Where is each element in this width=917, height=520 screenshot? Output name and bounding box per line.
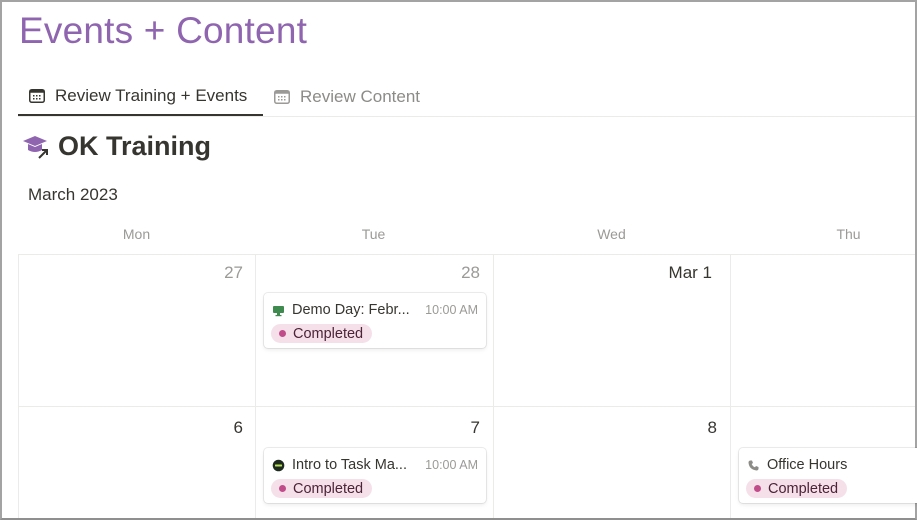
tab-label: Review Training + Events bbox=[55, 86, 248, 105]
grid-line bbox=[18, 406, 915, 407]
status-dot bbox=[279, 330, 286, 337]
weekday-header: Thu bbox=[836, 226, 861, 242]
month-label: March 2023 bbox=[28, 185, 118, 204]
weekday-header: Mon bbox=[122, 226, 151, 242]
calendar-icon bbox=[29, 89, 45, 103]
day-number[interactable]: 8 bbox=[657, 418, 717, 438]
tab-review-content[interactable]: Review Content bbox=[274, 78, 420, 116]
event-title: Intro to Task Ma... bbox=[292, 457, 407, 473]
database-title-text: OK Training bbox=[58, 131, 212, 161]
grid-line bbox=[730, 254, 731, 518]
desktop-computer-icon bbox=[273, 305, 284, 316]
tab-label: Review Content bbox=[300, 87, 421, 106]
status-label: Completed bbox=[293, 480, 364, 497]
day-number[interactable]: 27 bbox=[183, 263, 243, 283]
event-title: Office Hours bbox=[767, 457, 848, 473]
green-badge-icon bbox=[272, 459, 285, 471]
event-title: Demo Day: Febr... bbox=[292, 302, 410, 318]
day-number[interactable]: 7 bbox=[420, 418, 480, 438]
status-badge: Completed bbox=[271, 324, 373, 343]
grid-line bbox=[255, 254, 256, 518]
event-card[interactable]: Demo Day: Febr... 10:00 AM Completed bbox=[264, 293, 486, 348]
event-time: 10:00 AM bbox=[425, 458, 478, 472]
event-time: 10:00 AM bbox=[425, 303, 478, 317]
day-number[interactable]: 28 bbox=[420, 263, 480, 283]
status-dot bbox=[754, 485, 761, 492]
database-title[interactable]: OK Training bbox=[22, 131, 211, 162]
weekday-header: Wed bbox=[597, 226, 626, 242]
status-label: Completed bbox=[293, 325, 364, 342]
graduation-cap-linked-icon bbox=[23, 135, 48, 159]
tab-review-training-events[interactable]: Review Training + Events bbox=[18, 78, 263, 116]
status-badge: Completed bbox=[271, 479, 373, 498]
weekday-header: Tue bbox=[361, 226, 386, 242]
view-tabs: Review Training + Events Review Content bbox=[18, 78, 915, 117]
day-number[interactable]: 6 bbox=[183, 418, 243, 438]
calendar-icon bbox=[274, 90, 290, 104]
grid-line bbox=[18, 254, 915, 255]
event-card[interactable]: Intro to Task Ma... 10:00 AM Completed bbox=[264, 448, 486, 503]
page-title: Events + Content bbox=[19, 10, 308, 51]
status-badge: Completed bbox=[746, 479, 848, 498]
event-card[interactable]: Office Hours 10: Completed bbox=[739, 448, 917, 503]
grid-line bbox=[493, 254, 494, 518]
status-label: Completed bbox=[768, 480, 839, 497]
status-dot bbox=[279, 485, 286, 492]
grid-line bbox=[18, 254, 19, 518]
day-number[interactable]: Mar 1 bbox=[652, 263, 712, 283]
telephone-icon bbox=[748, 460, 759, 470]
